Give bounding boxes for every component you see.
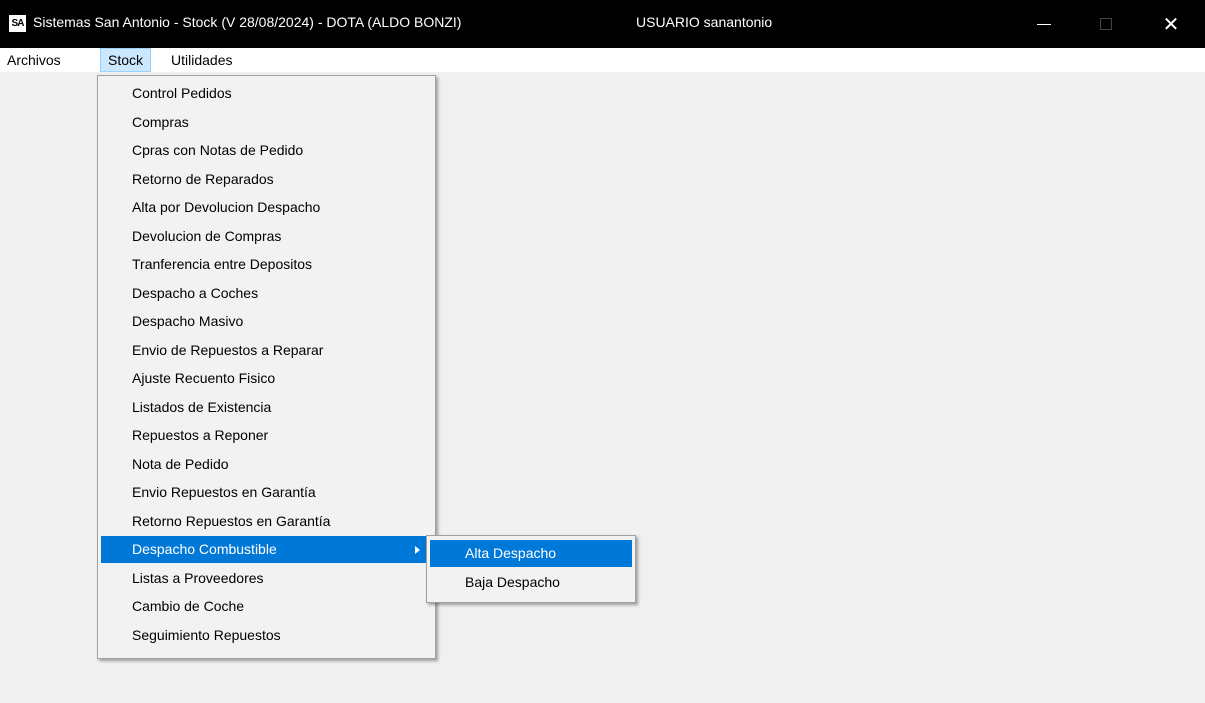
menu-item-despacho-masivo[interactable]: Despacho Masivo <box>101 308 432 335</box>
menu-item-listas-proveedores[interactable]: Listas a Proveedores <box>101 565 432 592</box>
submenu-arrow-icon <box>415 546 420 554</box>
window-title: Sistemas San Antonio - Stock (V 28/08/20… <box>33 14 462 30</box>
submenu-item-alta-despacho[interactable]: Alta Despacho <box>430 540 632 567</box>
menu-utilidades[interactable]: Utilidades <box>164 48 239 72</box>
menu-item-despacho-coches[interactable]: Despacho a Coches <box>101 280 432 307</box>
menu-item-transferencia-depositos[interactable]: Tranferencia entre Depositos <box>101 251 432 278</box>
menu-item-despacho-combustible[interactable]: Despacho Combustible <box>101 536 432 563</box>
minimize-button[interactable] <box>1021 0 1067 48</box>
menu-item-envio-repuestos-garantia[interactable]: Envio Repuestos en Garantía <box>101 479 432 506</box>
menu-item-seguimiento-repuestos[interactable]: Seguimiento Repuestos <box>101 622 432 649</box>
app-icon[interactable]: SA <box>9 15 26 32</box>
user-label: USUARIO sanantonio <box>636 14 773 30</box>
menu-item-cpras-notas-pedido[interactable]: Cpras con Notas de Pedido <box>101 137 432 164</box>
maximize-button <box>1083 0 1129 48</box>
despacho-combustible-submenu: Alta Despacho Baja Despacho <box>426 535 636 603</box>
menu-item-envio-repuestos-reparar[interactable]: Envio de Repuestos a Reparar <box>101 337 432 364</box>
menu-item-listados-existencia[interactable]: Listados de Existencia <box>101 394 432 421</box>
menu-item-retorno-reparados[interactable]: Retorno de Reparados <box>101 166 432 193</box>
maximize-icon <box>1100 18 1112 30</box>
menu-item-nota-pedido[interactable]: Nota de Pedido <box>101 451 432 478</box>
title-bar: SA Sistemas San Antonio - Stock (V 28/08… <box>0 0 1205 48</box>
menu-item-ajuste-recuento-fisico[interactable]: Ajuste Recuento Fisico <box>101 365 432 392</box>
menu-item-retorno-repuestos-garantia[interactable]: Retorno Repuestos en Garantía <box>101 508 432 535</box>
menu-item-alta-devolucion-despacho[interactable]: Alta por Devolucion Despacho <box>101 194 432 221</box>
stock-dropdown-menu: Control Pedidos Compras Cpras con Notas … <box>97 75 436 659</box>
close-button[interactable]: ✕ <box>1148 0 1194 48</box>
close-icon: ✕ <box>1162 13 1180 36</box>
menu-item-repuestos-reponer[interactable]: Repuestos a Reponer <box>101 422 432 449</box>
submenu-item-baja-despacho[interactable]: Baja Despacho <box>430 569 632 596</box>
menu-item-control-pedidos[interactable]: Control Pedidos <box>101 80 432 107</box>
menu-item-compras[interactable]: Compras <box>101 109 432 136</box>
menu-bar: Archivos Stock Utilidades <box>0 48 1205 72</box>
minimize-icon <box>1037 23 1051 25</box>
menu-item-label: Despacho Combustible <box>132 541 277 557</box>
menu-item-devolucion-compras[interactable]: Devolucion de Compras <box>101 223 432 250</box>
menu-item-cambio-coche[interactable]: Cambio de Coche <box>101 593 432 620</box>
menu-archivos[interactable]: Archivos <box>0 48 68 72</box>
menu-stock[interactable]: Stock <box>100 48 152 72</box>
